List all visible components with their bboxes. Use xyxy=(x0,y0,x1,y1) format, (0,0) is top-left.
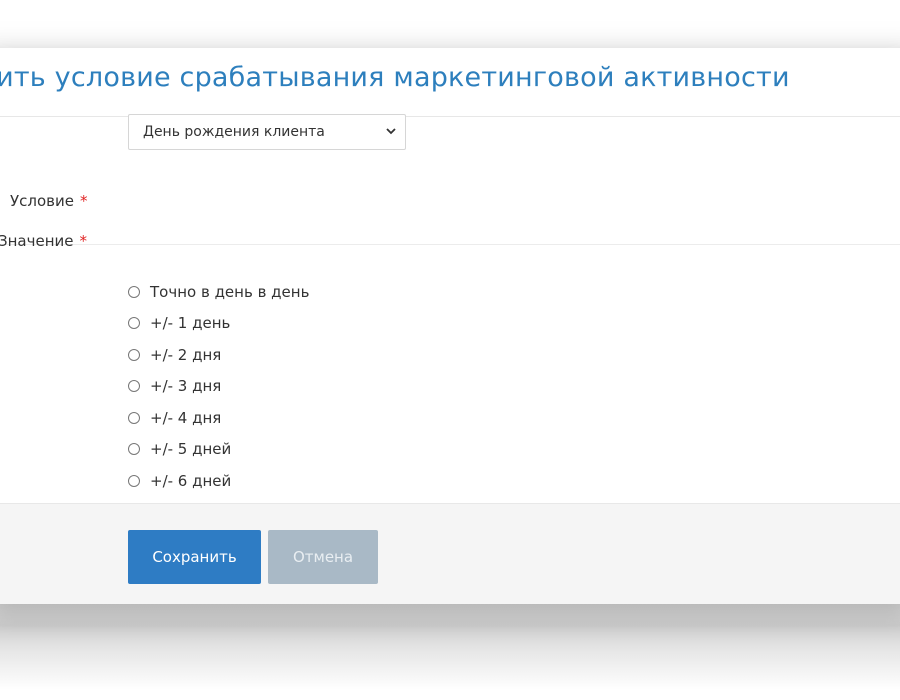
required-marker: * xyxy=(79,192,88,210)
radio-option[interactable]: +/- 1 день xyxy=(128,308,309,340)
chevron-down-icon xyxy=(386,128,396,135)
value-radio-group: Точно в день в день +/- 1 день +/- 2 дня +/… xyxy=(128,276,309,528)
radio-option[interactable]: +/- 3 дня xyxy=(128,371,309,403)
radio-option-label: Точно в день в день xyxy=(150,282,310,301)
radio-option[interactable]: +/- 4 дня xyxy=(128,402,309,434)
condition-dialog: вить условие срабатывания маркетинговой … xyxy=(0,48,900,604)
cancel-button[interactable]: Отмена xyxy=(268,530,378,584)
dialog-title: вить условие срабатывания маркетинговой … xyxy=(0,62,790,93)
radio-icon[interactable] xyxy=(128,317,140,330)
dialog-footer: Сохранить Отмена xyxy=(0,503,900,604)
radio-icon[interactable] xyxy=(128,443,140,456)
radio-option-label: +/- 3 дня xyxy=(150,377,222,396)
condition-select[interactable]: День рождения клиента xyxy=(128,114,406,150)
value-label-text: Значение xyxy=(0,232,74,250)
condition-label-text: Условие xyxy=(10,192,74,210)
radio-option-label: +/- 5 дней xyxy=(150,440,232,459)
radio-option-label: +/- 1 день xyxy=(150,314,231,333)
radio-option[interactable]: +/- 6 дней xyxy=(128,465,309,497)
radio-icon[interactable] xyxy=(128,285,140,298)
radio-icon[interactable] xyxy=(128,348,140,361)
radio-option[interactable]: +/- 5 дней xyxy=(128,434,309,466)
radio-icon[interactable] xyxy=(128,411,140,424)
radio-option-label: +/- 2 дня xyxy=(150,345,222,364)
condition-label: Условие * xyxy=(10,192,87,210)
radio-option-label: +/- 6 дней xyxy=(150,471,232,490)
radio-option[interactable]: Точно в день в день xyxy=(128,276,309,308)
radio-icon[interactable] xyxy=(128,474,140,487)
dialog-header: вить условие срабатывания маркетинговой … xyxy=(0,48,900,117)
save-button[interactable]: Сохранить xyxy=(128,530,261,584)
required-marker: * xyxy=(79,232,88,250)
radio-icon[interactable] xyxy=(128,380,140,393)
radio-option[interactable]: +/- 2 дня xyxy=(128,339,309,371)
radio-option-label: +/- 4 дня xyxy=(150,408,222,427)
condition-select-value: День рождения клиента xyxy=(143,124,325,140)
value-label: Значение * xyxy=(0,232,87,250)
